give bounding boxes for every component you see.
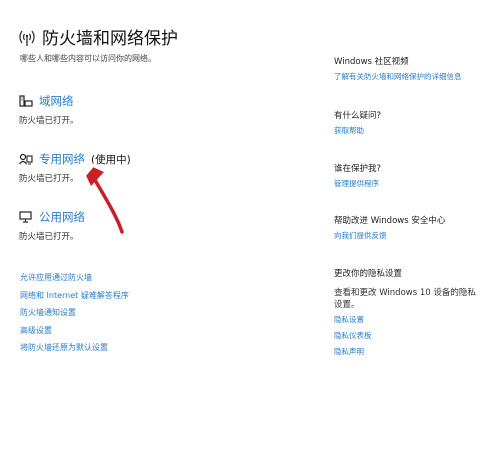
sidebar-improve: 帮助改进 Windows 安全中心 向我们提供反馈 bbox=[334, 214, 484, 246]
sidebar-protect: 谁在保护我? 管理提供程序 bbox=[334, 162, 484, 194]
restore-defaults-link[interactable]: 将防火墙还原为默认设置 bbox=[20, 343, 129, 361]
notification-settings-link[interactable]: 防火墙通知设置 bbox=[20, 308, 129, 326]
sidebar-video: Windows 社区视频 了解有关防火墙和网络保护的详细信息 bbox=[334, 55, 484, 87]
sidebar-privacy-heading: 更改你的隐私设置 bbox=[334, 269, 403, 279]
network-public-status: 防火墙已打开。 bbox=[19, 232, 79, 242]
learn-more-link[interactable]: 了解有关防火墙和网络保护的详细信息 bbox=[334, 71, 484, 82]
manage-providers-link[interactable]: 管理提供程序 bbox=[334, 178, 484, 189]
get-help-link[interactable]: 获取帮助 bbox=[334, 125, 484, 136]
settings-links: 允许应用通过防火墙 网络和 Internet 疑难解答程序 防火墙通知设置 高级… bbox=[20, 273, 129, 361]
network-domain-link[interactable]: 域网络 bbox=[39, 93, 74, 109]
sidebar-question: 有什么疑问? 获取帮助 bbox=[334, 109, 484, 141]
sidebar-video-heading: Windows 社区视频 bbox=[334, 57, 409, 67]
network-private-state: (使用中) bbox=[91, 153, 131, 166]
sidebar-privacy: 更改你的隐私设置 查看和更改 Windows 10 设备的隐私设置。 隐私设置 … bbox=[334, 267, 484, 362]
network-public: 公用网络 防火墙已打开。 bbox=[19, 209, 85, 242]
troubleshooter-link[interactable]: 网络和 Internet 疑难解答程序 bbox=[20, 291, 129, 309]
network-public-link[interactable]: 公用网络 bbox=[39, 209, 85, 225]
sidebar-question-heading: 有什么疑问? bbox=[334, 111, 382, 121]
network-domain-status: 防火墙已打开。 bbox=[19, 116, 79, 126]
page-title: 防火墙和网络保护 bbox=[42, 29, 178, 49]
wifi-signal-icon bbox=[19, 30, 35, 46]
feedback-link[interactable]: 向我们提供反馈 bbox=[334, 230, 484, 241]
page-header: 防火墙和网络保护 bbox=[18, 24, 178, 49]
sidebar-privacy-desc: 查看和更改 Windows 10 设备的隐私设置。 bbox=[334, 288, 476, 310]
sidebar-protect-heading: 谁在保护我? bbox=[334, 164, 382, 174]
privacy-statement-link[interactable]: 隐私声明 bbox=[334, 346, 484, 357]
privacy-settings-link[interactable]: 隐私设置 bbox=[334, 314, 484, 325]
domain-network-icon bbox=[19, 95, 33, 107]
private-network-icon bbox=[19, 153, 33, 165]
sidebar-improve-heading: 帮助改进 Windows 安全中心 bbox=[334, 216, 446, 226]
allow-app-link[interactable]: 允许应用通过防火墙 bbox=[20, 273, 129, 291]
advanced-settings-link[interactable]: 高级设置 bbox=[20, 326, 129, 344]
network-private-link[interactable]: 专用网络 bbox=[39, 151, 85, 167]
network-private: 专用网络 (使用中) 防火墙已打开。 bbox=[19, 151, 131, 184]
network-domain: 域网络 防火墙已打开。 bbox=[19, 93, 79, 126]
public-network-icon bbox=[19, 211, 32, 223]
privacy-dashboard-link[interactable]: 隐私仪表板 bbox=[334, 330, 484, 341]
network-private-status: 防火墙已打开。 bbox=[19, 174, 79, 184]
page-subtitle: 哪些人和哪些内容可以访问你的网络。 bbox=[20, 54, 156, 63]
